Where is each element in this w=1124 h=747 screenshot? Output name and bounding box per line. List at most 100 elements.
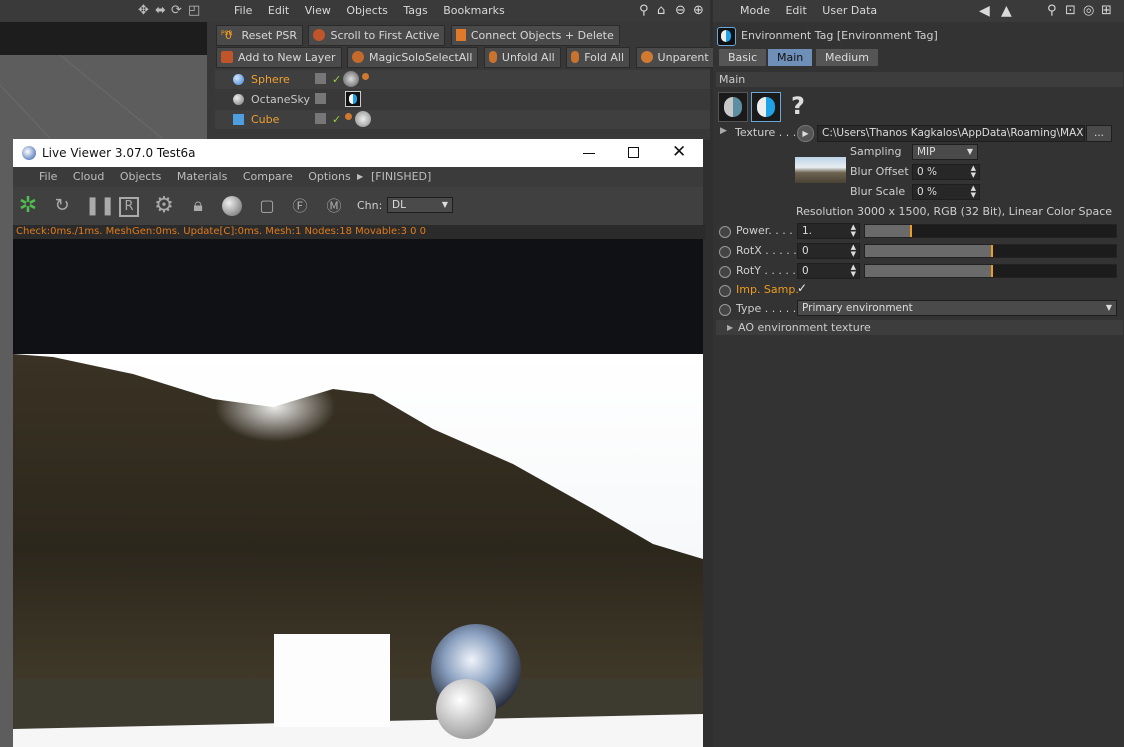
up-arrow-icon[interactable]: ▲ [1001,0,1012,22]
roty-animate-radio[interactable] [719,266,731,278]
environment-mode-icon[interactable] [718,92,748,122]
camera-icon[interactable]: ⟳ [171,3,182,18]
layer-toggle-icon[interactable] [315,93,326,104]
lv-menu-materials[interactable]: Materials [177,170,227,183]
texture-path-field[interactable]: C:\Users\Thanos Kagkalos\AppData\Roaming… [817,125,1085,142]
material-picker-icon[interactable]: Ⓜ [323,195,345,217]
link-icon[interactable]: ⊖ [675,0,686,22]
material-preview-icon[interactable] [222,196,242,216]
tab-medium[interactable]: Medium [816,49,878,66]
back-arrow-icon[interactable]: ◀ [979,0,990,22]
lv-menu-cloud[interactable]: Cloud [73,170,104,183]
object-row-cube[interactable]: Cube ✓ [215,110,710,129]
blur-scale-field[interactable]: 0 % ▲ ▼ [912,184,980,200]
object-name[interactable]: OctaneSky [251,90,310,109]
minimize-icon[interactable] [583,153,595,154]
channel-dropdown[interactable]: DL ▼ [387,197,453,213]
send-scene-icon[interactable]: ✲ [17,195,39,217]
environment-tag-icon[interactable] [345,91,361,107]
menu-objects[interactable]: Objects [346,4,388,17]
search-icon[interactable]: ⚲ [639,0,649,22]
stepper-icon[interactable]: ▲ ▼ [971,185,976,199]
type-animate-radio[interactable] [719,304,731,316]
tab-main[interactable]: Main [768,49,813,66]
power-slider[interactable] [864,224,1117,238]
imp-samp-checkbox[interactable]: ✓ [797,281,807,295]
rotate-icon[interactable]: ⬌ [155,3,166,18]
unfold-all-button[interactable]: Unfold All [483,47,561,68]
layer-toggle-icon[interactable] [315,73,326,84]
fold-all-button[interactable]: Fold All [566,47,631,68]
settings-gear-icon[interactable]: ⚙ [153,195,175,217]
render-viewport[interactable] [13,239,703,747]
expand-arrow-icon[interactable]: ▶ [720,126,727,136]
object-row-octanesky[interactable]: OctaneSky [215,90,710,109]
slider-knob[interactable] [991,245,993,257]
pause-icon[interactable]: ❚❚ [85,195,115,217]
rotx-field[interactable]: 0 ▲ ▼ [797,243,860,259]
stepper-icon[interactable]: ▲ ▼ [851,264,856,278]
film-region-icon[interactable]: ▢ [256,195,278,217]
rotx-slider[interactable] [864,244,1117,258]
connect-objects-delete-button[interactable]: Connect Objects + Delete [450,25,620,46]
scroll-to-first-active-button[interactable]: Scroll to First Active [308,25,446,46]
maximize-icon[interactable] [628,147,639,158]
menu-edit[interactable]: Edit [785,4,806,17]
menu-user-data[interactable]: User Data [822,4,877,17]
new-window-icon[interactable]: ⊞ [1101,0,1112,22]
region-render-icon[interactable]: R [119,197,139,217]
menu-bookmarks[interactable]: Bookmarks [443,4,504,17]
home-icon[interactable]: ⌂ [657,0,665,22]
lock-icon[interactable]: 🔒︎ [187,195,209,217]
object-row-sphere[interactable]: Sphere ✓ [215,70,710,89]
enabled-check-icon[interactable]: ✓ [332,110,341,129]
material-tag-icon[interactable] [343,71,359,87]
lv-menu-objects[interactable]: Objects [120,170,162,183]
texture-arrow-icon[interactable]: ▶ [797,125,814,142]
blur-offset-field[interactable]: 0 % ▲ ▼ [912,164,980,180]
reset-psr-button[interactable]: PSR 0 Reset PSR [216,25,303,46]
roty-slider[interactable] [864,264,1117,278]
magic-solo-select-all-button[interactable]: MagicSoloSelectAll [347,47,479,68]
slider-knob[interactable] [991,265,993,277]
layer-toggle-icon[interactable] [315,113,326,124]
search-icon[interactable]: ⚲ [1047,0,1057,22]
tag-icon[interactable] [362,73,369,80]
menu-file[interactable]: File [234,4,252,17]
tab-basic[interactable]: Basic [719,49,767,66]
enabled-check-icon[interactable]: ✓ [332,70,341,89]
move-icon[interactable]: ✥ [138,3,149,18]
live-viewer-titlebar[interactable]: Live Viewer 3.07.0 Test6a ✕ [13,139,703,167]
imp-samp-animate-radio[interactable] [719,285,731,297]
tag-icon[interactable] [345,113,352,120]
slider-knob[interactable] [910,225,912,237]
menu-view[interactable]: View [305,4,331,17]
environment-tag-large-icon[interactable] [751,92,781,122]
expand-arrow-icon[interactable]: ▶ [727,320,733,335]
expand-icon[interactable]: ⊕ [693,0,704,22]
close-icon[interactable]: ✕ [672,142,686,162]
stepper-icon[interactable]: ▲ ▼ [851,244,856,258]
menu-edit[interactable]: Edit [268,4,289,17]
power-animate-radio[interactable] [719,226,731,238]
restart-icon[interactable]: ↻ [51,195,73,217]
lv-menu-file[interactable]: File [39,170,57,183]
lv-menu-options[interactable]: Options [308,170,350,183]
add-to-new-layer-button[interactable]: Add to New Layer [216,47,342,68]
stepper-icon[interactable]: ▲ ▼ [851,224,856,238]
rotx-animate-radio[interactable] [719,246,731,258]
menu-tags[interactable]: Tags [403,4,427,17]
lock-icon[interactable]: ⊡ [1065,0,1076,22]
object-name[interactable]: Sphere [251,70,290,89]
roty-field[interactable]: 0 ▲ ▼ [797,263,860,279]
object-name[interactable]: Cube [251,110,279,129]
menu-mode[interactable]: Mode [740,4,770,17]
stepper-icon[interactable]: ▲ ▼ [971,165,976,179]
material-tag-icon[interactable] [355,111,371,127]
ao-environment-section[interactable]: ▶ AO environment texture [716,320,1123,335]
lv-menu-compare[interactable]: Compare [243,170,293,183]
browse-button[interactable]: ... [1086,125,1112,142]
help-icon[interactable]: ? [791,92,805,120]
maximize-icon[interactable]: ◰ [188,3,200,18]
sampling-dropdown[interactable]: MIP ▼ [912,144,978,160]
